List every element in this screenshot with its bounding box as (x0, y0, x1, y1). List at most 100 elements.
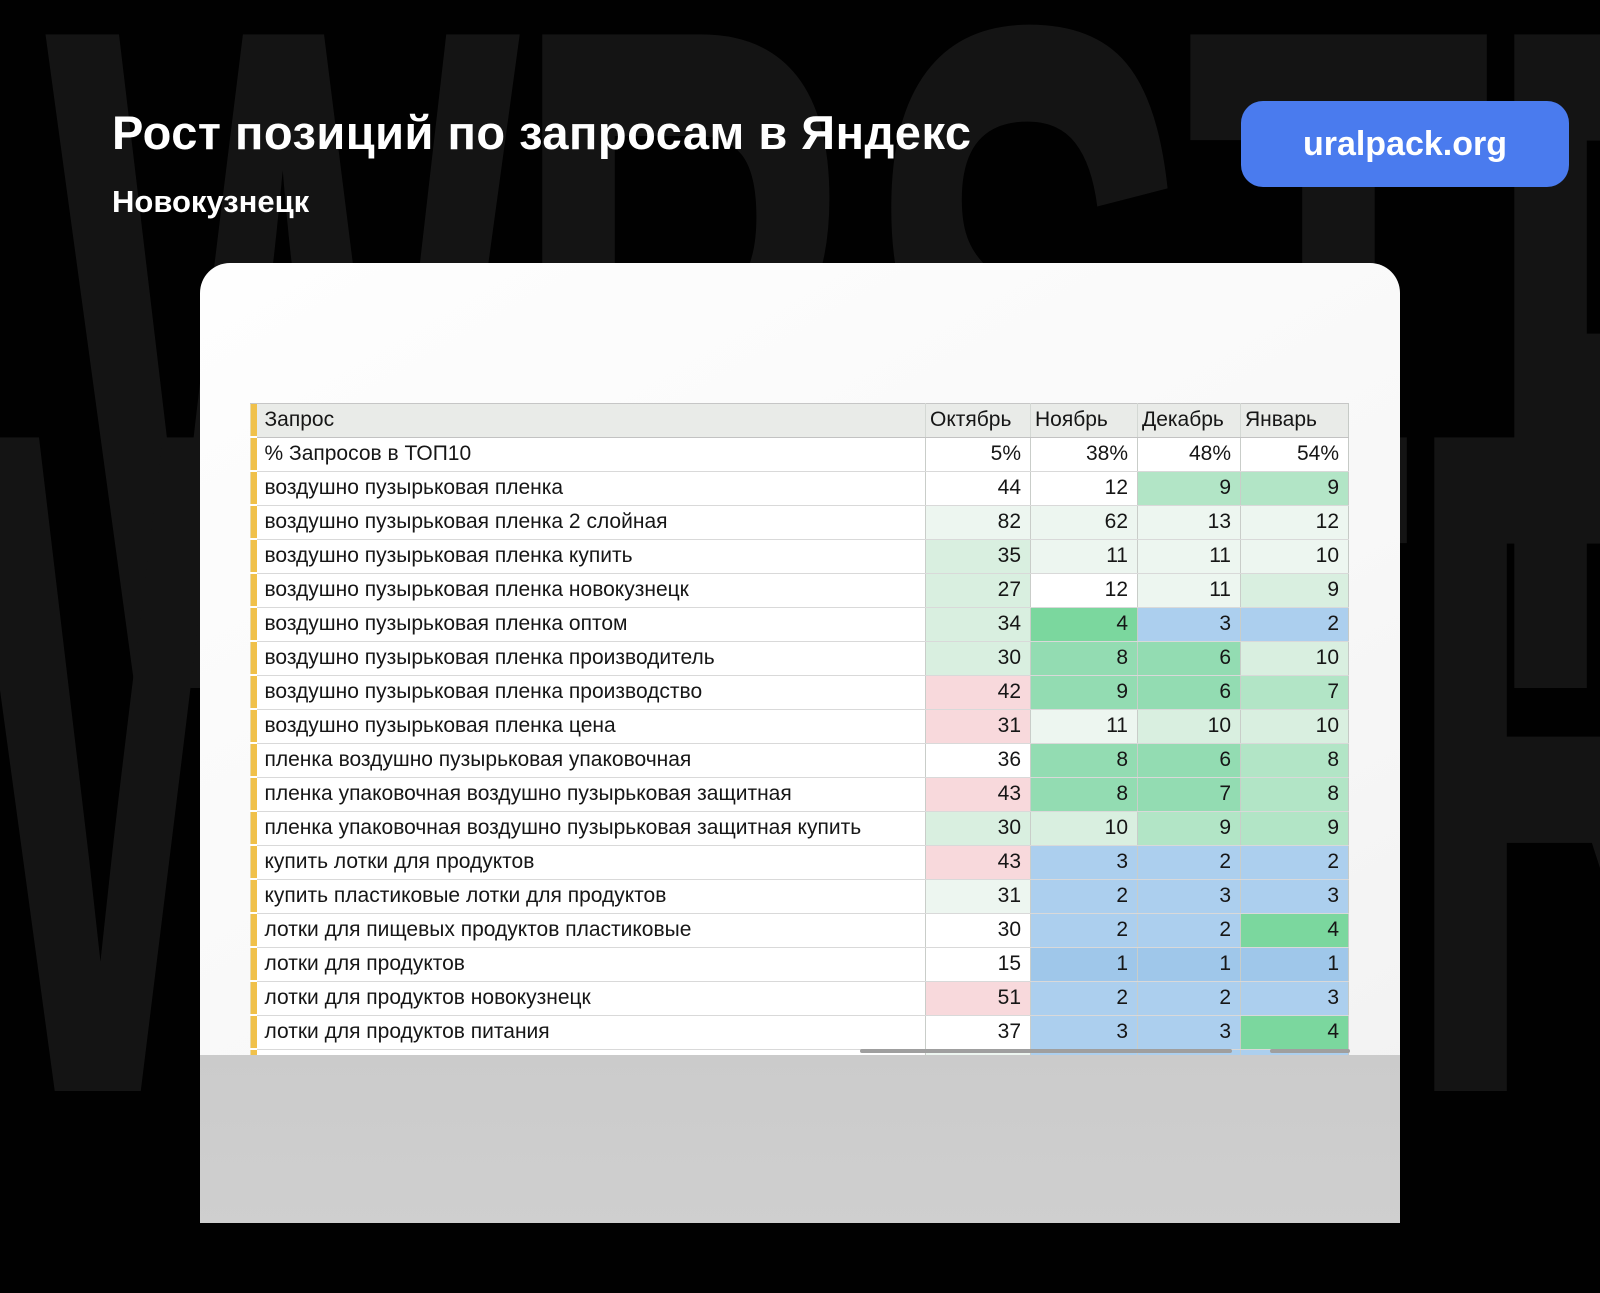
value-cell: 6 (1138, 743, 1241, 777)
value-cell: 35 (926, 539, 1031, 573)
value-cell: 8 (1031, 641, 1138, 675)
value-cell: 82 (926, 505, 1031, 539)
query-cell: лотки для продуктов новокузнецк (257, 981, 926, 1015)
query-cell: воздушно пузырьковая пленка производител… (257, 641, 926, 675)
value-cell: 8 (1031, 743, 1138, 777)
value-cell: 2 (1241, 607, 1349, 641)
value-cell: 3 (1138, 1015, 1241, 1049)
value-cell: 10 (1241, 709, 1349, 743)
value-cell: 1 (1241, 947, 1349, 981)
value-cell: 42 (926, 675, 1031, 709)
table-row: лотки для продуктов питания 37 3 3 4 (251, 1015, 1349, 1049)
value-cell: 2 (1031, 981, 1138, 1015)
value-cell: 43 (926, 777, 1031, 811)
screenshot-gray-area (200, 1055, 1400, 1223)
page-title: Рост позиций по запросам в Яндекс (112, 105, 972, 160)
value-cell: 7 (1241, 675, 1349, 709)
table-row: воздушно пузырьковая пленка оптом 34 4 3… (251, 607, 1349, 641)
value-cell: 43 (926, 845, 1031, 879)
value-cell: 10 (1241, 539, 1349, 573)
value-cell: 10 (1031, 811, 1138, 845)
value-cell: 3 (1138, 607, 1241, 641)
value-cell: 4 (1241, 913, 1349, 947)
table-row: лотки для продуктов 15 1 1 1 (251, 947, 1349, 981)
value-cell: 9 (1241, 573, 1349, 607)
table-row: лотки для продуктов новокузнецк 51 2 2 3 (251, 981, 1349, 1015)
value-cell: 2 (1138, 981, 1241, 1015)
value-cell: 11 (1031, 539, 1138, 573)
spreadsheet: Запрос Октябрь Ноябрь Декабрь Январь % З… (250, 403, 1348, 1084)
value-cell: 30 (926, 811, 1031, 845)
query-cell: купить лотки для продуктов (257, 845, 926, 879)
table-row: купить лотки для продуктов 43 3 2 2 (251, 845, 1349, 879)
value-cell: 6 (1138, 675, 1241, 709)
value-cell: 4 (1031, 607, 1138, 641)
value-cell: 34 (926, 607, 1031, 641)
value-cell: 2 (1138, 913, 1241, 947)
value-cell: 2 (1138, 845, 1241, 879)
table-row: лотки для пищевых продуктов пластиковые … (251, 913, 1349, 947)
value-cell: 9 (1031, 675, 1138, 709)
value-cell: 12 (1031, 573, 1138, 607)
query-cell: воздушно пузырьковая пленка (257, 471, 926, 505)
value-cell: 2 (1031, 879, 1138, 913)
value-cell: 3 (1241, 879, 1349, 913)
value-cell: 10 (1241, 641, 1349, 675)
query-cell: % Запросов в ТОП10 (257, 437, 926, 471)
value-cell: 3 (1031, 845, 1138, 879)
query-cell: пленка воздушно пузырьковая упаковочная (257, 743, 926, 777)
value-cell: 2 (1241, 845, 1349, 879)
value-cell: 36 (926, 743, 1031, 777)
site-badge-label: uralpack.org (1303, 125, 1507, 164)
query-cell: воздушно пузырьковая пленка производство (257, 675, 926, 709)
value-cell: 30 (926, 913, 1031, 947)
value-cell: 5% (926, 437, 1031, 471)
value-cell: 9 (1138, 811, 1241, 845)
query-cell: купить пластиковые лотки для продуктов (257, 879, 926, 913)
value-cell: 51 (926, 981, 1031, 1015)
value-cell: 31 (926, 879, 1031, 913)
value-cell: 8 (1241, 777, 1349, 811)
value-cell: 12 (1241, 505, 1349, 539)
value-cell: 9 (1241, 811, 1349, 845)
screenshot-edge-artifact (1270, 1049, 1350, 1053)
column-header-january: Январь (1241, 404, 1349, 438)
table-row: % Запросов в ТОП10 5% 38% 48% 54% (251, 437, 1349, 471)
site-badge[interactable]: uralpack.org (1241, 101, 1569, 187)
value-cell: 62 (1031, 505, 1138, 539)
query-cell: воздушно пузырьковая пленка цена (257, 709, 926, 743)
value-cell: 2 (1031, 913, 1138, 947)
value-cell: 30 (926, 641, 1031, 675)
query-cell: пленка упаковочная воздушно пузырьковая … (257, 811, 926, 845)
query-cell: лотки для продуктов (257, 947, 926, 981)
column-header-november: Ноябрь (1031, 404, 1138, 438)
query-cell: воздушно пузырьковая пленка 2 слойная (257, 505, 926, 539)
table-row: пленка упаковочная воздушно пузырьковая … (251, 811, 1349, 845)
query-cell: воздушно пузырьковая пленка новокузнецк (257, 573, 926, 607)
value-cell: 11 (1138, 539, 1241, 573)
value-cell: 9 (1241, 471, 1349, 505)
value-cell: 3 (1031, 1015, 1138, 1049)
value-cell: 7 (1138, 777, 1241, 811)
value-cell: 1 (1138, 947, 1241, 981)
column-header-query: Запрос (257, 404, 926, 438)
table-header-row: Запрос Октябрь Ноябрь Декабрь Январь (251, 404, 1349, 438)
value-cell: 8 (1031, 777, 1138, 811)
query-cell: воздушно пузырьковая пленка оптом (257, 607, 926, 641)
screenshot-card: Запрос Октябрь Ноябрь Декабрь Январь % З… (200, 263, 1400, 1223)
query-cell: воздушно пузырьковая пленка купить (257, 539, 926, 573)
table-row: воздушно пузырьковая пленка цена 31 11 1… (251, 709, 1349, 743)
table-row: воздушно пузырьковая пленка новокузнецк … (251, 573, 1349, 607)
value-cell: 44 (926, 471, 1031, 505)
value-cell: 31 (926, 709, 1031, 743)
value-cell: 8 (1241, 743, 1349, 777)
table-row: воздушно пузырьковая пленка 2 слойная 82… (251, 505, 1349, 539)
slide: { "header": { "title": "Рост позиций по … (0, 0, 1600, 1200)
value-cell: 15 (926, 947, 1031, 981)
value-cell: 11 (1031, 709, 1138, 743)
value-cell: 11 (1138, 573, 1241, 607)
value-cell: 3 (1138, 879, 1241, 913)
value-cell: 3 (1241, 981, 1349, 1015)
column-header-december: Декабрь (1138, 404, 1241, 438)
value-cell: 48% (1138, 437, 1241, 471)
